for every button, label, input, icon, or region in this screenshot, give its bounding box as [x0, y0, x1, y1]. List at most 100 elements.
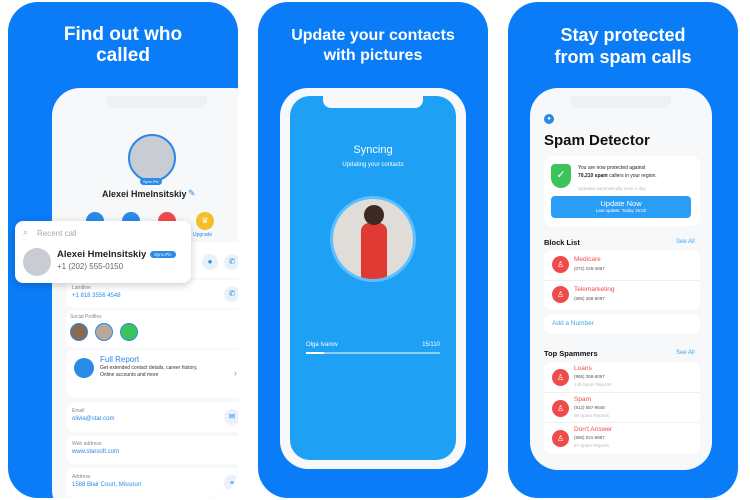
- search-icon: ⌕: [23, 227, 29, 237]
- phone-mockup: Sync.Pic Alexei Hmelnsitskiy ✎ ♛ Upgrade…: [52, 88, 238, 498]
- edit-icon[interactable]: ✎: [188, 188, 196, 199]
- web-label: Web address: [72, 441, 102, 447]
- list-item[interactable]: ♙ Medicare (072) 228-4867: [544, 250, 700, 280]
- call-icon[interactable]: ✆: [224, 286, 238, 302]
- blocked-phone: (985) 358-8097: [574, 296, 605, 301]
- social-label: Social Profiles: [70, 314, 102, 320]
- sync-title: Syncing: [353, 144, 393, 156]
- list-item[interactable]: ♙ Don't Answer (986) 021-6887 87 Spam Re…: [544, 422, 700, 452]
- sync-badge: Sync.Pic: [150, 251, 176, 258]
- recent-call-search[interactable]: Recent call: [37, 229, 77, 238]
- blocked-name: Medicare: [574, 256, 601, 263]
- block-list-title: Block List: [544, 238, 580, 247]
- location-pin-icon[interactable]: ⌖: [224, 475, 238, 491]
- shield-check-icon: ✓: [551, 164, 571, 188]
- spammer-reports: 56 Spam Reports: [574, 413, 610, 418]
- auto-update-text: Updated automatically once a day: [578, 186, 646, 191]
- person-icon: ♙: [552, 286, 569, 303]
- landline-card: Landline +1 818 3556 4548 ✆: [66, 280, 238, 308]
- contact-photo: [330, 196, 416, 282]
- syncing-contact-name: Olga Ivanov: [306, 342, 339, 348]
- headline: Update your contacts with pictures: [291, 27, 455, 64]
- phone-notch: [571, 96, 671, 108]
- caller-name: Alexei Hmelnsitskiy: [57, 249, 147, 260]
- headline: Find out who called: [63, 24, 183, 66]
- top-spammers-title: Top Spammers: [544, 349, 598, 358]
- address-card: Address 1588 Blair Court, Missouri ⌖: [66, 468, 238, 498]
- sync-badge: Sync.Pic: [140, 178, 162, 185]
- person-icon: ♙: [552, 430, 569, 447]
- protection-card: ✓ You are now protected against 70,210 sp…: [544, 156, 700, 226]
- crown-icon[interactable]: ♛: [196, 212, 214, 230]
- top-spammers-list: ♙ Loans (985) 358-8097 145 Spam Reports …: [544, 362, 700, 454]
- mail-icon[interactable]: ✉: [224, 409, 238, 425]
- block-list-see-all[interactable]: See All: [676, 239, 695, 245]
- last-update: Last update: Today 15:02: [595, 208, 647, 213]
- protected-text-2: callers in your region.: [609, 173, 657, 179]
- spammer-phone: (912) 587-9648: [574, 405, 605, 410]
- sync-count: 15/110: [422, 342, 440, 348]
- linkedin-profile[interactable]: [95, 323, 113, 341]
- upgrade-label[interactable]: Upgrade: [193, 232, 212, 238]
- web-card: Web address www.starsoft.com: [66, 436, 238, 464]
- landline-label: Landline: [72, 285, 91, 291]
- contact-name: Alexei Hmelnsitskiy: [102, 189, 187, 199]
- person-icon: ♙: [552, 256, 569, 273]
- address-value[interactable]: 1588 Blair Court, Missouri: [72, 482, 141, 488]
- phone-mockup: ● Spam Detector ✓ You are now protected …: [530, 88, 712, 470]
- protected-count: 70,210 spam: [578, 173, 608, 179]
- phone-mockup: Syncing Updating your contacts Olga Ivan…: [280, 88, 466, 469]
- page-title: Spam Detector: [544, 132, 650, 149]
- email-card: Email olivia@star.com ✉: [66, 402, 238, 432]
- message-icon[interactable]: ●: [202, 254, 218, 270]
- headline: Stay protected from spam calls: [554, 25, 692, 67]
- sync-progress-fill: [306, 352, 325, 354]
- web-value[interactable]: www.starsoft.com: [72, 449, 119, 455]
- protection-text: You are now protected against 70,210 spam…: [578, 164, 698, 180]
- sync-screen: Syncing Updating your contacts Olga Ivan…: [290, 96, 456, 460]
- call-icon[interactable]: ✆: [224, 254, 238, 270]
- spammer-phone: (985) 358-8097: [574, 374, 605, 379]
- email-value[interactable]: olivia@star.com: [72, 416, 114, 422]
- block-list: ♙ Medicare (072) 228-4867 ♙ Telemarketin…: [544, 250, 700, 310]
- address-label: Address: [72, 474, 91, 480]
- panel-sync-pictures: Update your contacts with pictures Synci…: [258, 2, 488, 498]
- profile-icon[interactable]: ●: [544, 114, 554, 124]
- list-item[interactable]: ♙ Spam (912) 587-9648 56 Spam Reports: [544, 392, 700, 422]
- list-item[interactable]: ♙ Loans (985) 358-8097 145 Spam Reports: [544, 362, 700, 392]
- add-number-label: Add a Number: [552, 320, 594, 327]
- update-button-label: Update Now: [600, 199, 642, 208]
- caller-avatar: [23, 248, 51, 276]
- phone-notch: [107, 96, 207, 108]
- phone-notch: [323, 96, 423, 108]
- facebook-profile[interactable]: [70, 323, 88, 341]
- recent-call-popup[interactable]: ⌕ Recent call Alexei Hmelnsitskiy Sync.P…: [15, 221, 191, 283]
- report-icon: [74, 358, 94, 378]
- spammer-name: Spam: [574, 396, 591, 403]
- landline-value[interactable]: +1 818 3556 4548: [72, 293, 121, 299]
- caller-phone: +1 (202) 555-0150: [57, 262, 124, 271]
- person-icon: ♙: [552, 400, 569, 417]
- full-report-card[interactable]: Full Report Get extended contact details…: [66, 350, 238, 398]
- panel-spam-protection: Stay protected from spam calls ● Spam De…: [508, 2, 738, 498]
- full-report-desc: Get extended contact details, career his…: [100, 365, 198, 378]
- contact-avatar: [128, 134, 176, 182]
- update-now-button[interactable]: Update Now Last update: Today 15:02: [551, 196, 691, 218]
- blocked-phone: (072) 228-4867: [574, 266, 605, 271]
- chevron-right-icon: ›: [234, 368, 237, 378]
- sync-subtitle: Updating your contacts: [342, 162, 404, 168]
- person-icon: ♙: [552, 369, 569, 386]
- full-report-title: Full Report: [100, 355, 140, 364]
- blocked-name: Telemarketing: [574, 286, 615, 293]
- spammer-reports: 87 Spam Reports: [574, 443, 610, 448]
- spammer-name: Don't Answer: [574, 426, 613, 433]
- social-profiles-card: Social Profiles: [66, 310, 238, 348]
- sync-progress-bar: [306, 352, 440, 354]
- protected-text-1: You are now protected against: [578, 165, 646, 171]
- spammer-reports: 145 Spam Reports: [574, 382, 612, 387]
- whatsapp-profile[interactable]: [120, 323, 138, 341]
- spammer-name: Loans: [574, 365, 592, 372]
- top-spammers-see-all[interactable]: See All: [676, 350, 695, 356]
- list-item[interactable]: ♙ Telemarketing (985) 358-8097: [544, 280, 700, 310]
- add-number-button[interactable]: Add a Number: [544, 314, 700, 334]
